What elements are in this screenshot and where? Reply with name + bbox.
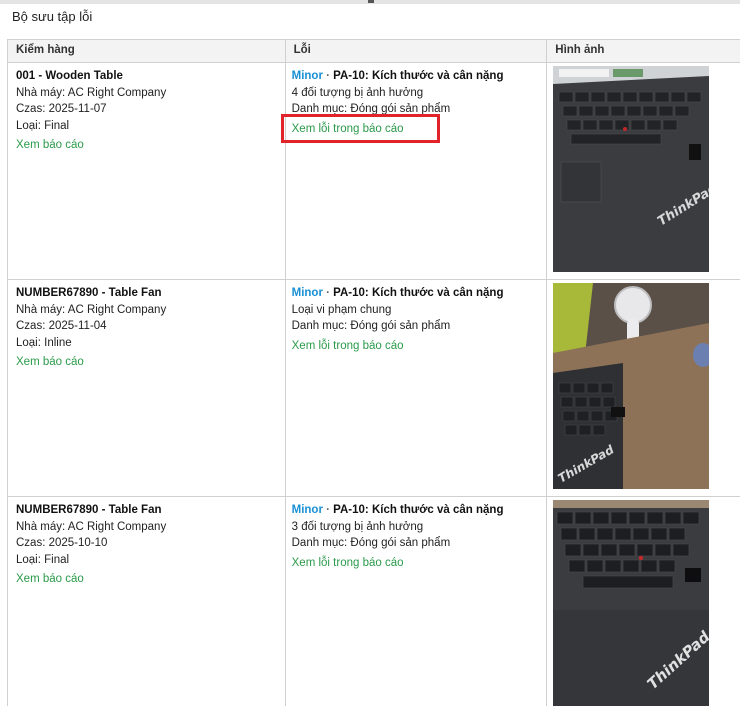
factory-text: Nhà máy: AC Right Company <box>16 520 167 533</box>
view-report-link[interactable]: Xem báo cáo <box>16 137 285 154</box>
table-header-row: Kiểm hàng Lỗi Hình ảnh <box>8 40 740 63</box>
date-text: Czas: 2025-11-07 <box>16 103 107 115</box>
date-text: Czas: 2025-10-10 <box>16 537 108 549</box>
type-text: Loại: Final <box>16 553 70 566</box>
top-marker <box>368 0 374 3</box>
defect-photo[interactable]: ThinkPad <box>553 500 710 706</box>
date-text: Czas: 2025-11-04 <box>16 320 107 332</box>
severity-badge: Minor <box>291 504 323 516</box>
image-cell: ThinkPad <box>547 497 740 706</box>
defect-name: PA-10: Kích thước và cân nặng <box>333 287 504 299</box>
view-report-link[interactable]: Xem báo cáo <box>16 571 285 588</box>
defect-heading: Minor · PA-10: Kích thước và cân nặng <box>292 68 547 85</box>
inspection-title: NUMBER67890 - Table Fan <box>16 504 162 516</box>
category-text: Danh mục: Đóng gói sản phẩm <box>291 537 451 549</box>
affected-text: 3 đối tượng bị ảnh hưởng <box>291 520 424 533</box>
image-cell: ThinkPad <box>547 280 740 496</box>
factory-text: Nhà máy: AC Right Company <box>16 303 167 316</box>
top-border <box>0 0 740 4</box>
affected-text: Loại vi phạm chung <box>291 303 392 316</box>
inspection-cell: NUMBER67890 - Table Fan Nhà máy: AC Righ… <box>8 497 286 706</box>
header-inspection: Kiểm hàng <box>8 40 286 62</box>
defect-cell: Minor · PA-10: Kích thước và cân nặng 4 … <box>286 63 548 279</box>
header-image: Hình ảnh <box>547 40 740 62</box>
type-text: Loại: Final <box>16 119 70 132</box>
category-text: Danh mục: Đóng gói sản phẩm <box>291 320 451 332</box>
affected-text: 4 đối tượng bị ảnh hưởng <box>291 86 424 99</box>
separator: · <box>322 504 334 516</box>
defect-photo[interactable]: ThinkPad <box>553 66 710 272</box>
highlight-box <box>281 114 440 143</box>
defect-photo[interactable]: ThinkPad <box>553 283 710 489</box>
type-text: Loại: Inline <box>16 336 72 349</box>
severity-badge: Minor <box>291 70 323 82</box>
defect-name: PA-10: Kích thước và cân nặng <box>333 504 504 516</box>
factory-text: Nhà máy: AC Right Company <box>16 86 167 99</box>
defect-cell: Minor · PA-10: Kích thước và cân nặng 3 … <box>286 497 548 706</box>
severity-badge: Minor <box>291 287 323 299</box>
separator: · <box>322 70 334 82</box>
page-title: Bộ sưu tập lỗi <box>12 9 93 24</box>
table-row: 001 - Wooden Table Nhà máy: AC Right Com… <box>8 63 740 280</box>
separator: · <box>322 287 334 299</box>
header-defect: Lỗi <box>286 40 548 62</box>
inspection-cell: 001 - Wooden Table Nhà máy: AC Right Com… <box>8 63 286 279</box>
defect-heading: Minor · PA-10: Kích thước và cân nặng <box>292 285 547 302</box>
image-cell: ThinkPad <box>547 63 740 279</box>
defect-heading: Minor · PA-10: Kích thước và cân nặng <box>292 502 547 519</box>
view-defect-link[interactable]: Xem lỗi trong báo cáo <box>292 555 547 572</box>
inspection-title: NUMBER67890 - Table Fan <box>16 287 162 299</box>
inspection-cell: NUMBER67890 - Table Fan Nhà máy: AC Righ… <box>8 280 286 496</box>
inspection-title: 001 - Wooden Table <box>16 70 123 82</box>
defect-cell: Minor · PA-10: Kích thước và cân nặng Lo… <box>286 280 548 496</box>
view-defect-link[interactable]: Xem lỗi trong báo cáo <box>292 338 547 355</box>
defect-name: PA-10: Kích thước và cân nặng <box>333 70 504 82</box>
table-row: NUMBER67890 - Table Fan Nhà máy: AC Righ… <box>8 497 740 706</box>
view-report-link[interactable]: Xem báo cáo <box>16 354 285 371</box>
table-row: NUMBER67890 - Table Fan Nhà máy: AC Righ… <box>8 280 740 497</box>
